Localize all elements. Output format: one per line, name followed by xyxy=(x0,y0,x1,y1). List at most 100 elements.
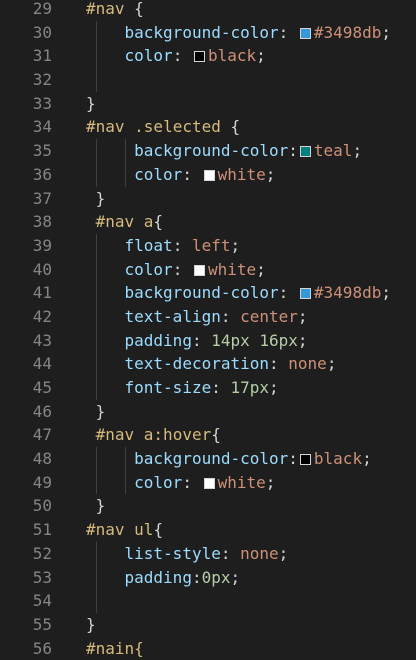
code-text: font-size: 17px; xyxy=(125,376,279,400)
code-line[interactable]: 31 color: black; xyxy=(0,44,416,69)
code-token: color xyxy=(134,472,183,492)
indent-guide xyxy=(124,470,126,495)
code-token: center xyxy=(240,306,298,326)
line-number: 33 xyxy=(32,93,52,113)
code-line[interactable]: 54 xyxy=(0,589,416,613)
line-number: 41 xyxy=(32,283,52,303)
line-number: 32 xyxy=(32,70,52,90)
code-line[interactable]: 53 padding:0px; xyxy=(0,565,416,590)
code-text: #nav { xyxy=(86,0,144,21)
code-line[interactable]: 36 color: white; xyxy=(0,162,416,187)
code-line[interactable]: 42 text-align: center; xyxy=(0,304,416,329)
code-line[interactable]: 43 padding: 14px 16px; xyxy=(0,328,416,353)
code-token: : xyxy=(172,235,192,255)
code-token: { xyxy=(124,0,144,18)
code-text: color: black; xyxy=(125,44,266,68)
code-line[interactable]: 41 background-color: #3498db; xyxy=(0,281,416,305)
color-swatch-icon[interactable] xyxy=(203,477,215,489)
code-line[interactable]: 51 #nav ul{ xyxy=(0,518,416,542)
code-token: : xyxy=(269,354,289,374)
line-number: 44 xyxy=(32,354,52,374)
code-line[interactable]: 50} xyxy=(0,494,416,518)
code-token: color xyxy=(124,259,173,279)
code-line[interactable]: 40 color: white; xyxy=(0,257,416,282)
code-token: left xyxy=(191,235,231,255)
indent-guide xyxy=(95,470,97,495)
color-swatch-icon[interactable] xyxy=(299,27,311,39)
code-text: background-color: #3498db; xyxy=(125,21,391,45)
code-line[interactable]: 29 #nav { xyxy=(0,0,416,21)
code-token: ; xyxy=(256,259,266,279)
line-number: 40 xyxy=(32,259,52,279)
code-line[interactable]: 46} xyxy=(0,400,416,424)
code-text: } xyxy=(86,613,96,637)
code-line[interactable]: 34 #nav .selected { xyxy=(0,115,416,139)
code-text: text-align: center; xyxy=(125,305,308,329)
code-token: } xyxy=(86,93,96,113)
code-token: ; xyxy=(265,472,276,492)
code-token: } xyxy=(95,496,106,516)
indent-guide xyxy=(95,68,97,92)
code-token: { xyxy=(211,425,221,445)
code-token: none xyxy=(240,543,279,563)
indent-guide xyxy=(95,565,97,590)
code-token: : xyxy=(172,46,192,66)
code-token: #3498db xyxy=(313,22,382,42)
code-line[interactable]: 38 #nav a{ xyxy=(0,210,416,234)
code-token: float xyxy=(124,235,173,255)
line-number: 50 xyxy=(32,496,52,516)
code-token: ; xyxy=(381,283,391,303)
code-token: : xyxy=(288,141,298,161)
code-text: #nain{ xyxy=(86,637,144,660)
line-number: 49 xyxy=(32,472,52,492)
code-line[interactable]: 49 color: white; xyxy=(0,470,416,495)
code-text: } xyxy=(96,494,106,518)
code-token: #nav a:hover xyxy=(95,425,212,445)
color-swatch-icon[interactable] xyxy=(193,51,205,63)
color-swatch-icon[interactable] xyxy=(203,169,215,181)
code-line[interactable]: 48 background-color: black; xyxy=(0,447,416,471)
code-line[interactable]: 32 xyxy=(0,68,416,92)
code-line[interactable]: 47 #nav a:hover{ xyxy=(0,423,416,447)
indent-guide xyxy=(95,589,97,613)
indent-guide xyxy=(95,233,97,258)
code-token: color xyxy=(134,164,183,184)
code-line[interactable]: 45 font-size: 17px; xyxy=(0,376,416,400)
indent-guide xyxy=(95,139,97,163)
indent-guide xyxy=(95,162,97,187)
code-token: #3498db xyxy=(313,283,382,303)
code-line[interactable]: 55} xyxy=(0,613,416,637)
code-text: } xyxy=(96,400,106,424)
code-line[interactable]: 30 background-color: #3498db; xyxy=(0,20,416,45)
indent-guide xyxy=(95,328,97,353)
code-line[interactable]: 33} xyxy=(0,92,416,116)
code-token: #nav .selected xyxy=(86,117,221,137)
code-token: text-decoration xyxy=(124,354,270,374)
code-editor[interactable]: 29 #nav {30 background-color: #3498db; 31 co… xyxy=(0,0,416,660)
code-text: color: white; xyxy=(134,163,275,187)
code-line[interactable]: 52 list-style: none; xyxy=(0,541,416,566)
code-token: ; xyxy=(326,354,337,374)
indent-guide xyxy=(95,44,97,69)
code-line[interactable]: 44 text-decoration: none; xyxy=(0,352,416,376)
code-text: color: white; xyxy=(134,471,275,495)
code-token: #nav a xyxy=(95,212,154,232)
line-number: 31 xyxy=(32,46,52,66)
code-line[interactable]: 37} xyxy=(0,187,416,211)
code-line[interactable]: 39 float: left; xyxy=(0,233,416,258)
code-line[interactable]: 56 #nain{ xyxy=(0,637,416,660)
code-token: : xyxy=(288,449,298,469)
color-swatch-icon[interactable] xyxy=(193,264,205,276)
line-number: 39 xyxy=(32,235,52,255)
color-swatch-icon[interactable] xyxy=(299,288,311,300)
code-token: ; xyxy=(381,22,391,42)
code-token: white xyxy=(217,164,266,184)
code-token: none xyxy=(288,354,327,374)
code-token: ; xyxy=(362,449,372,469)
code-token: : xyxy=(278,283,298,303)
color-swatch-icon[interactable] xyxy=(299,146,311,158)
code-line[interactable]: 35 background-color: teal; xyxy=(0,139,416,163)
color-swatch-icon[interactable] xyxy=(299,454,311,466)
line-number: 53 xyxy=(32,567,52,587)
code-token: teal xyxy=(313,141,353,161)
